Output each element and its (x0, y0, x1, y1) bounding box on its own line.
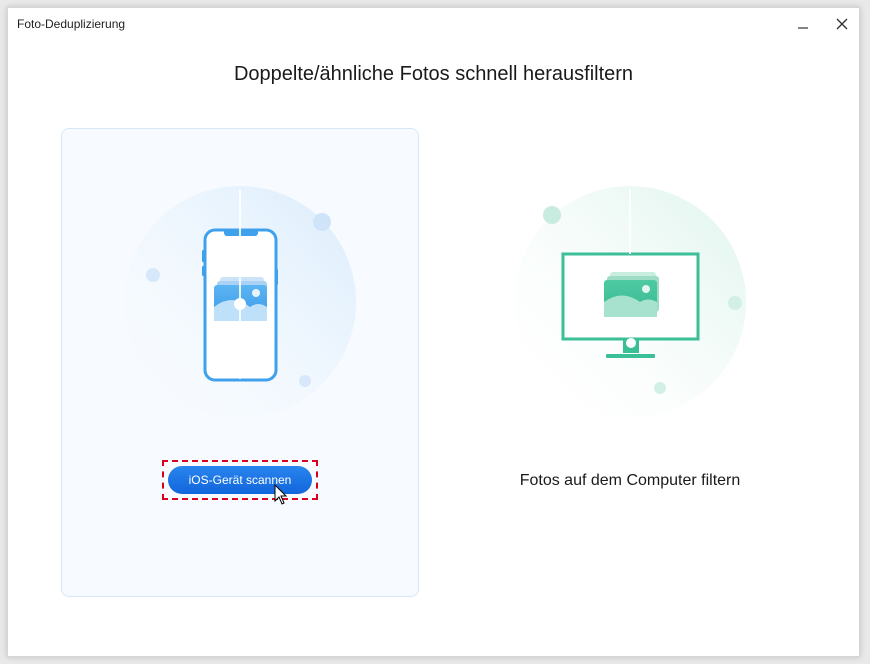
page-headline: Doppelte/ähnliche Fotos schnell herausfi… (233, 63, 634, 85)
ios-scan-button[interactable]: iOS-Gerät scannen (168, 466, 312, 494)
ios-scan-card[interactable]: iOS-Gerät scannen (61, 128, 419, 597)
minimize-icon (798, 27, 808, 29)
pc-filter-card[interactable]: Fotos auf dem Computer filtern (451, 128, 809, 597)
title-bar: Foto-Deduplizierung (8, 8, 859, 40)
app-window: Foto-Deduplizierung Doppelte/ähnliche Fo… (7, 7, 860, 657)
close-button[interactable] (829, 12, 855, 36)
monitor-photo-icon (514, 186, 746, 418)
minimize-button[interactable] (790, 12, 816, 36)
mouse-cursor-icon (274, 484, 288, 505)
close-icon (836, 18, 848, 30)
window-title: Foto-Deduplizierung (17, 17, 126, 31)
phone-photo-icon (124, 186, 356, 418)
pc-filter-label[interactable]: Fotos auf dem Computer filtern (452, 472, 808, 490)
scan-button-highlight: iOS-Gerät scannen (162, 460, 318, 500)
